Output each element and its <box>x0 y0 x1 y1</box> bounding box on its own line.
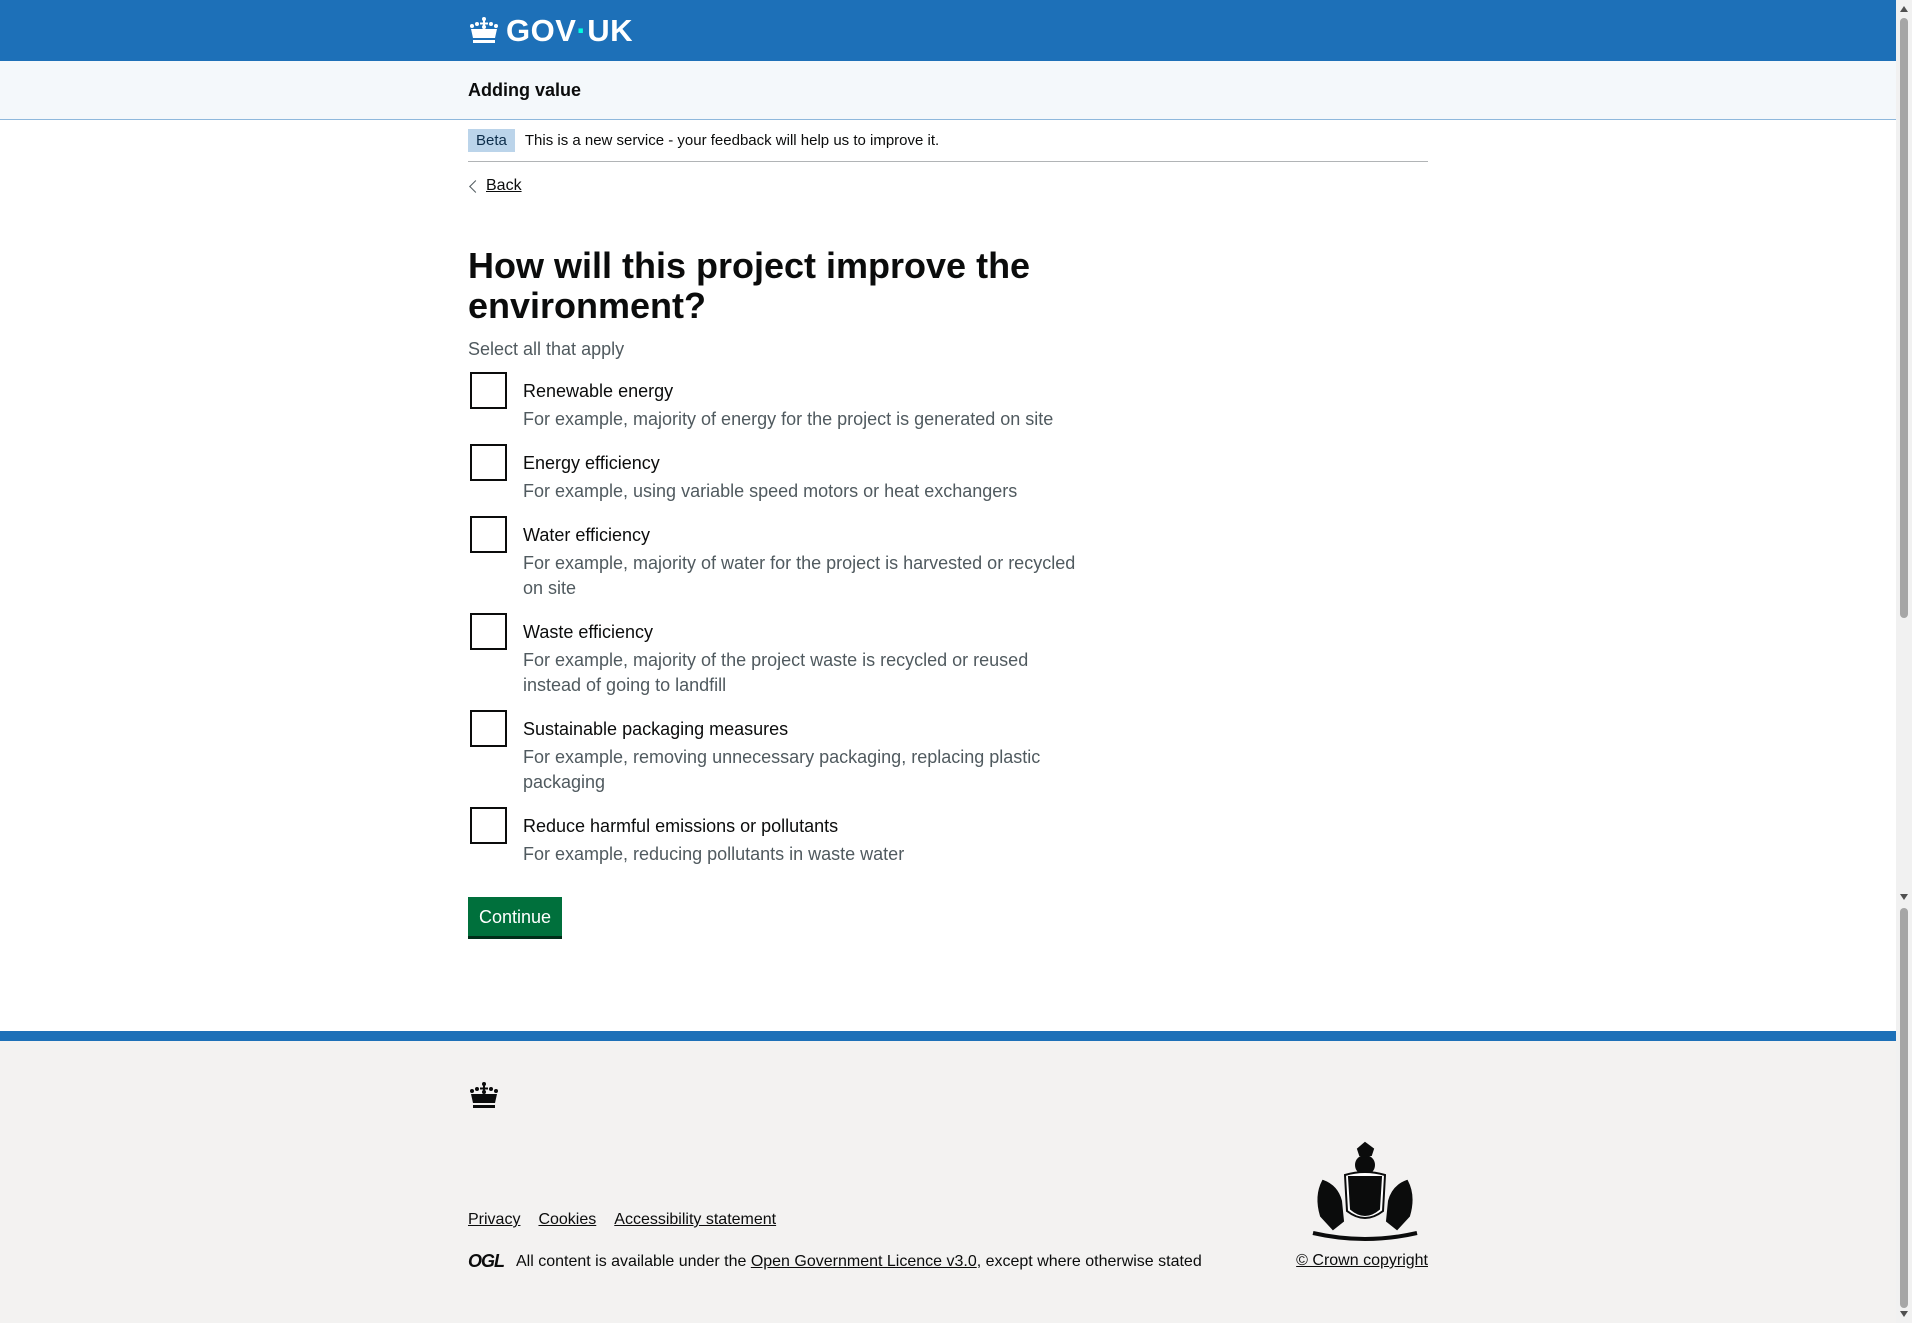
checkbox-label[interactable]: Reduce harmful emissions or pollutants <box>523 815 1083 837</box>
checkbox-option-renewable-energy[interactable]: Renewable energy For example, majority o… <box>468 371 1428 432</box>
page: GOV·UK Adding value Beta This is a new s… <box>0 0 1896 1323</box>
footer-link-cookies[interactable]: Cookies <box>538 1211 596 1229</box>
checkbox-option-waste-efficiency[interactable]: Waste efficiency For example, majority o… <box>468 612 1428 698</box>
licence-prefix: All content is available under the <box>516 1252 751 1270</box>
checkbox-label[interactable]: Water efficiency <box>523 524 1083 546</box>
royal-coat-of-arms-icon <box>1312 1141 1418 1241</box>
checkbox-hint: For example, majority of the project was… <box>523 649 1029 695</box>
govuk-header: GOV·UK <box>0 0 1896 61</box>
scroll-down-arrow-icon[interactable] <box>1900 894 1908 900</box>
crown-icon <box>470 1082 498 1108</box>
scrollbar-thumb-lower[interactable] <box>1900 908 1908 1308</box>
scroll-up-arrow-icon[interactable] <box>1900 6 1908 12</box>
checkbox-hint: For example, removing unnecessary packag… <box>523 746 1041 792</box>
service-navigation: Adding value <box>0 61 1896 120</box>
licence-row: OGL All content is available under the O… <box>468 1251 1202 1272</box>
govuk-logo-link[interactable]: GOV·UK <box>468 13 633 49</box>
checkbox-option-energy-efficiency[interactable]: Energy efficiency For example, using var… <box>468 443 1428 504</box>
checkbox[interactable] <box>470 371 507 409</box>
footer-link-privacy[interactable]: Privacy <box>468 1211 520 1229</box>
scrollbar-thumb[interactable] <box>1900 18 1908 618</box>
back-link-label: Back <box>486 177 522 194</box>
question-hint: Select all that apply <box>468 338 625 359</box>
logo-text-uk: UK <box>587 12 634 48</box>
checkbox-hint: For example, reducing pollutants in wast… <box>523 843 905 864</box>
checkbox-group: Renewable energy For example, majority o… <box>468 371 1428 867</box>
phase-banner-text: This is a new service - your feedback wi… <box>524 132 940 149</box>
crown-copyright-link[interactable]: © Crown copyright <box>1296 1252 1428 1270</box>
crown-icon <box>470 16 498 43</box>
checkbox-option-sustainable-packaging[interactable]: Sustainable packaging measures For examp… <box>468 709 1428 795</box>
checkbox-option-reduce-emissions[interactable]: Reduce harmful emissions or pollutants F… <box>468 806 1428 867</box>
checkbox[interactable] <box>470 709 507 747</box>
checkbox-hint: For example, using variable speed motors… <box>523 480 1018 501</box>
scroll-down-arrow-icon[interactable] <box>1900 1311 1908 1317</box>
checkbox[interactable] <box>470 515 507 553</box>
govuk-footer: Privacy Cookies Accessibility statement … <box>0 1031 1896 1323</box>
continue-button[interactable]: Continue <box>468 896 563 936</box>
checkbox[interactable] <box>470 806 507 844</box>
checkbox-label[interactable]: Energy efficiency <box>523 452 1083 474</box>
checkbox[interactable] <box>470 612 507 650</box>
footer-links: Privacy Cookies Accessibility statement <box>468 1211 776 1229</box>
licence-text: All content is available under the Open … <box>516 1253 1202 1271</box>
ogl-logo: OGL <box>468 1251 505 1271</box>
page-title: How will this project improve the enviro… <box>468 244 1031 326</box>
checkbox[interactable] <box>470 443 507 481</box>
checkbox-label[interactable]: Renewable energy <box>523 380 1083 402</box>
phase-banner: Beta This is a new service - your feedba… <box>468 120 1428 162</box>
footer-link-accessibility[interactable]: Accessibility statement <box>614 1211 776 1229</box>
service-name-link[interactable]: Adding value <box>468 80 581 101</box>
beta-tag: Beta <box>468 129 515 152</box>
checkbox-option-water-efficiency[interactable]: Water efficiency For example, majority o… <box>468 515 1428 601</box>
checkbox-label[interactable]: Sustainable packaging measures <box>523 718 1083 740</box>
licence-suffix: , except where otherwise stated <box>976 1252 1202 1270</box>
checkbox-label[interactable]: Waste efficiency <box>523 621 1083 643</box>
checkbox-hint: For example, majority of water for the p… <box>523 552 1076 598</box>
logo-dot: · <box>576 12 588 48</box>
checkbox-hint: For example, majority of energy for the … <box>523 408 1054 429</box>
logo-text-gov: GOV <box>506 12 577 48</box>
vertical-scrollbar[interactable] <box>1896 0 1912 1323</box>
licence-link[interactable]: Open Government Licence v3.0 <box>751 1253 977 1270</box>
chevron-left-icon <box>469 179 482 193</box>
back-link[interactable]: Back <box>468 177 522 195</box>
